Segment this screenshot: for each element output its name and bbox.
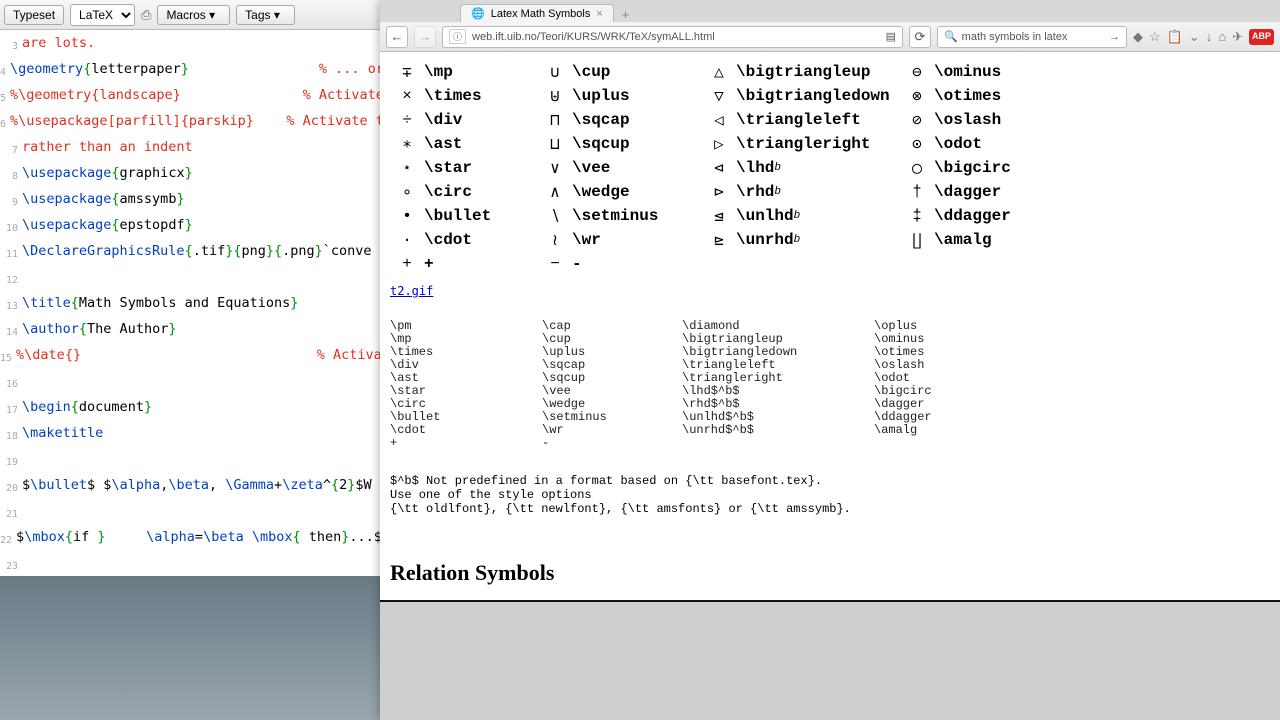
desktop-background [0, 576, 380, 720]
new-tab-button[interactable]: + [614, 7, 638, 22]
browser-tab[interactable]: 🌐 Latex Math Symbols × [460, 4, 614, 22]
tab-strip: 🌐 Latex Math Symbols × + [380, 0, 1280, 22]
url-text: web.ift.uib.no/Teori/KURS/WRK/TeX/symALL… [472, 31, 715, 43]
globe-icon: 🌐 [471, 7, 485, 20]
plain-text-table: \pm\cap\diamond\oplus\mp\cup\bigtriangle… [390, 320, 1270, 450]
download-icon[interactable]: ↓ [1206, 29, 1213, 45]
url-field[interactable]: ⓘ web.ift.uib.no/Teori/KURS/WRK/TeX/symA… [442, 26, 903, 48]
video-letterbox [380, 600, 1280, 720]
reader-icon[interactable]: ▤ [886, 30, 896, 43]
editor-toolbar: Typeset LaTeX ⎙ Macros ▾ Tags ▾ [0, 0, 380, 30]
reload-button[interactable]: ⟳ [909, 26, 931, 48]
relation-symbols-heading: Relation Symbols [390, 560, 1270, 586]
back-button[interactable]: ← [386, 26, 408, 48]
typeset-button[interactable]: Typeset [4, 5, 64, 25]
info-icon[interactable]: ⓘ [449, 29, 466, 44]
send-icon[interactable]: ✈ [1232, 29, 1243, 45]
search-text: math symbols in latex [962, 31, 1068, 43]
print-icon[interactable]: ⎙ [141, 7, 151, 23]
search-icon: 🔍 [944, 30, 958, 43]
close-tab-icon[interactable]: × [596, 8, 602, 20]
symbol-table: ∓\mp∪\cup△\bigtriangleup⊖\ominus×\times⊎… [390, 60, 1270, 276]
editor-source-view[interactable]: 3are lots.4\geometry{letterpaper} % ... … [0, 30, 380, 656]
diamond-icon[interactable]: ◆ [1133, 29, 1143, 45]
pocket-icon[interactable]: ⌄ [1189, 29, 1200, 45]
address-bar: ← → ⓘ web.ift.uib.no/Teori/KURS/WRK/TeX/… [380, 22, 1280, 52]
home-icon[interactable]: ⌂ [1218, 29, 1226, 45]
tags-dropdown[interactable]: Tags ▾ [236, 5, 295, 25]
gif-link[interactable]: t2.gif [390, 284, 433, 298]
clipboard-icon[interactable]: 📋 [1167, 29, 1183, 45]
footnote-text: $^b$ Not predefined in a format based on… [390, 474, 1270, 516]
page-content: ∓\mp∪\cup△\bigtriangleup⊖\ominus×\times⊎… [380, 52, 1280, 600]
abp-icon[interactable]: ABP [1249, 29, 1274, 45]
macros-dropdown[interactable]: Macros ▾ [157, 5, 230, 25]
search-field[interactable]: 🔍 math symbols in latex → [937, 26, 1127, 48]
forward-button[interactable]: → [414, 26, 436, 48]
go-icon[interactable]: → [1109, 31, 1120, 43]
star-icon[interactable]: ☆ [1149, 29, 1161, 45]
toolbar-icons: ◆ ☆ 📋 ⌄ ↓ ⌂ ✈ ABP [1133, 29, 1274, 45]
tab-title: Latex Math Symbols [491, 8, 591, 20]
program-select[interactable]: LaTeX [70, 4, 135, 26]
